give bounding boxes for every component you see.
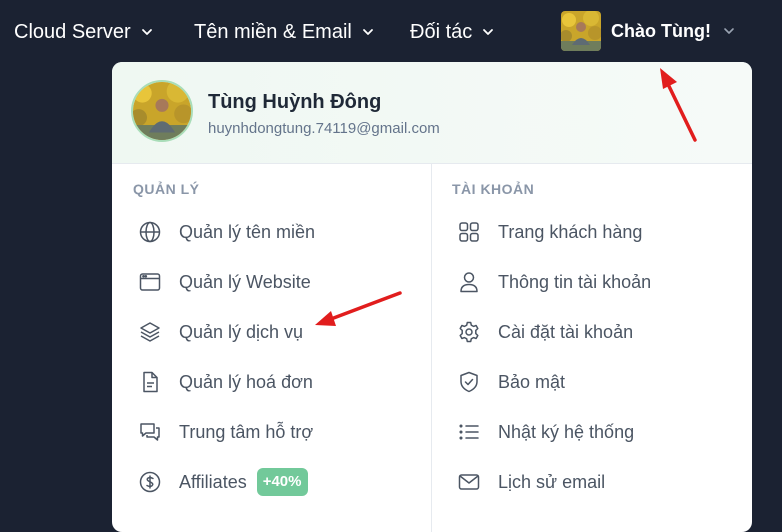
nav-cloud-server-label: Cloud Server <box>14 20 131 43</box>
layers-icon <box>140 322 160 342</box>
menu-item-label: Trang khách hàng <box>498 221 643 242</box>
menu-item-customer-page[interactable]: Trang khách hàng <box>457 214 642 250</box>
menu-item-support-center[interactable]: Trung tâm hỗ trợ <box>138 414 313 450</box>
nav-cloud-server[interactable]: Cloud Server <box>14 19 153 45</box>
menu-item-affiliates[interactable]: Affiliates +40% <box>138 464 308 500</box>
mail-icon <box>458 474 480 490</box>
menu-item-email-history[interactable]: Lịch sử email <box>457 464 605 500</box>
user-icon <box>460 272 478 293</box>
globe-icon <box>139 221 161 243</box>
chevron-down-icon <box>483 29 494 35</box>
dollar-coin-icon <box>139 471 161 493</box>
menu-item-label: Cài đặt tài khoản <box>498 321 634 342</box>
chat-bubbles-icon <box>140 423 160 441</box>
user-menu-toggle[interactable]: Chào Tùng! <box>561 10 735 52</box>
menu-item-invoice-management[interactable]: Quản lý hoá đơn <box>138 364 313 400</box>
top-navigation: Cloud Server Tên miền & Email Đối tác Ch… <box>0 0 782 62</box>
grid-icon <box>459 222 479 242</box>
menu-item-label: Affiliates <box>179 471 247 492</box>
column-divider <box>431 163 432 532</box>
menu-item-label: Thông tin tài khoản <box>498 271 652 292</box>
chevron-down-icon <box>362 29 373 35</box>
section-title-manage: QUẢN LÝ <box>133 181 200 197</box>
menu-item-label: Trung tâm hỗ trợ <box>179 421 314 442</box>
account-dropdown: Tùng Huỳnh Đông huynhdongtung.74119@gmai… <box>112 62 752 532</box>
nav-domain-email[interactable]: Tên miền & Email <box>194 19 374 45</box>
menu-item-security[interactable]: Bảo mật <box>457 364 565 400</box>
menu-item-label: Nhật ký hệ thống <box>498 421 635 442</box>
browser-window-icon <box>139 273 161 291</box>
gear-icon <box>459 321 479 343</box>
menu-item-service-management[interactable]: Quản lý dịch vụ <box>138 314 303 350</box>
section-title-account: TÀI KHOẢN <box>452 181 535 197</box>
user-greeting: Chào Tùng! <box>611 20 711 41</box>
menu-item-website-management[interactable]: Quản lý Website <box>138 264 311 300</box>
avatar <box>131 80 193 142</box>
nav-partners[interactable]: Đối tác <box>410 19 494 45</box>
profile-header: Tùng Huỳnh Đông huynhdongtung.74119@gmai… <box>112 62 752 164</box>
nav-domain-email-label: Tên miền & Email <box>194 20 352 43</box>
menu-item-label: Bảo mật <box>498 371 566 392</box>
menu-item-label: Quản lý hoá đơn <box>179 371 313 392</box>
avatar <box>561 11 601 51</box>
menu-item-label: Quản lý tên miền <box>179 221 316 242</box>
document-icon <box>143 371 158 393</box>
chevron-down-icon <box>141 29 152 35</box>
chevron-down-icon <box>724 28 734 34</box>
list-icon <box>459 424 479 440</box>
menu-item-label: Quản lý dịch vụ <box>179 321 304 342</box>
nav-partners-label: Đối tác <box>410 20 473 43</box>
affiliate-badge: +40% <box>256 468 308 496</box>
menu-item-label: Quản lý Website <box>179 271 311 292</box>
profile-email: huynhdongtung.74119@gmail.com <box>208 120 440 137</box>
menu-item-account-info[interactable]: Thông tin tài khoản <box>457 264 651 300</box>
profile-name: Tùng Huỳnh Đông <box>208 91 382 113</box>
menu-item-system-log[interactable]: Nhật ký hệ thống <box>457 414 634 450</box>
menu-item-label: Lịch sử email <box>498 471 606 492</box>
shield-check-icon <box>460 371 478 393</box>
menu-item-domain-management[interactable]: Quản lý tên miền <box>138 214 315 250</box>
menu-item-account-settings[interactable]: Cài đặt tài khoản <box>457 314 633 350</box>
